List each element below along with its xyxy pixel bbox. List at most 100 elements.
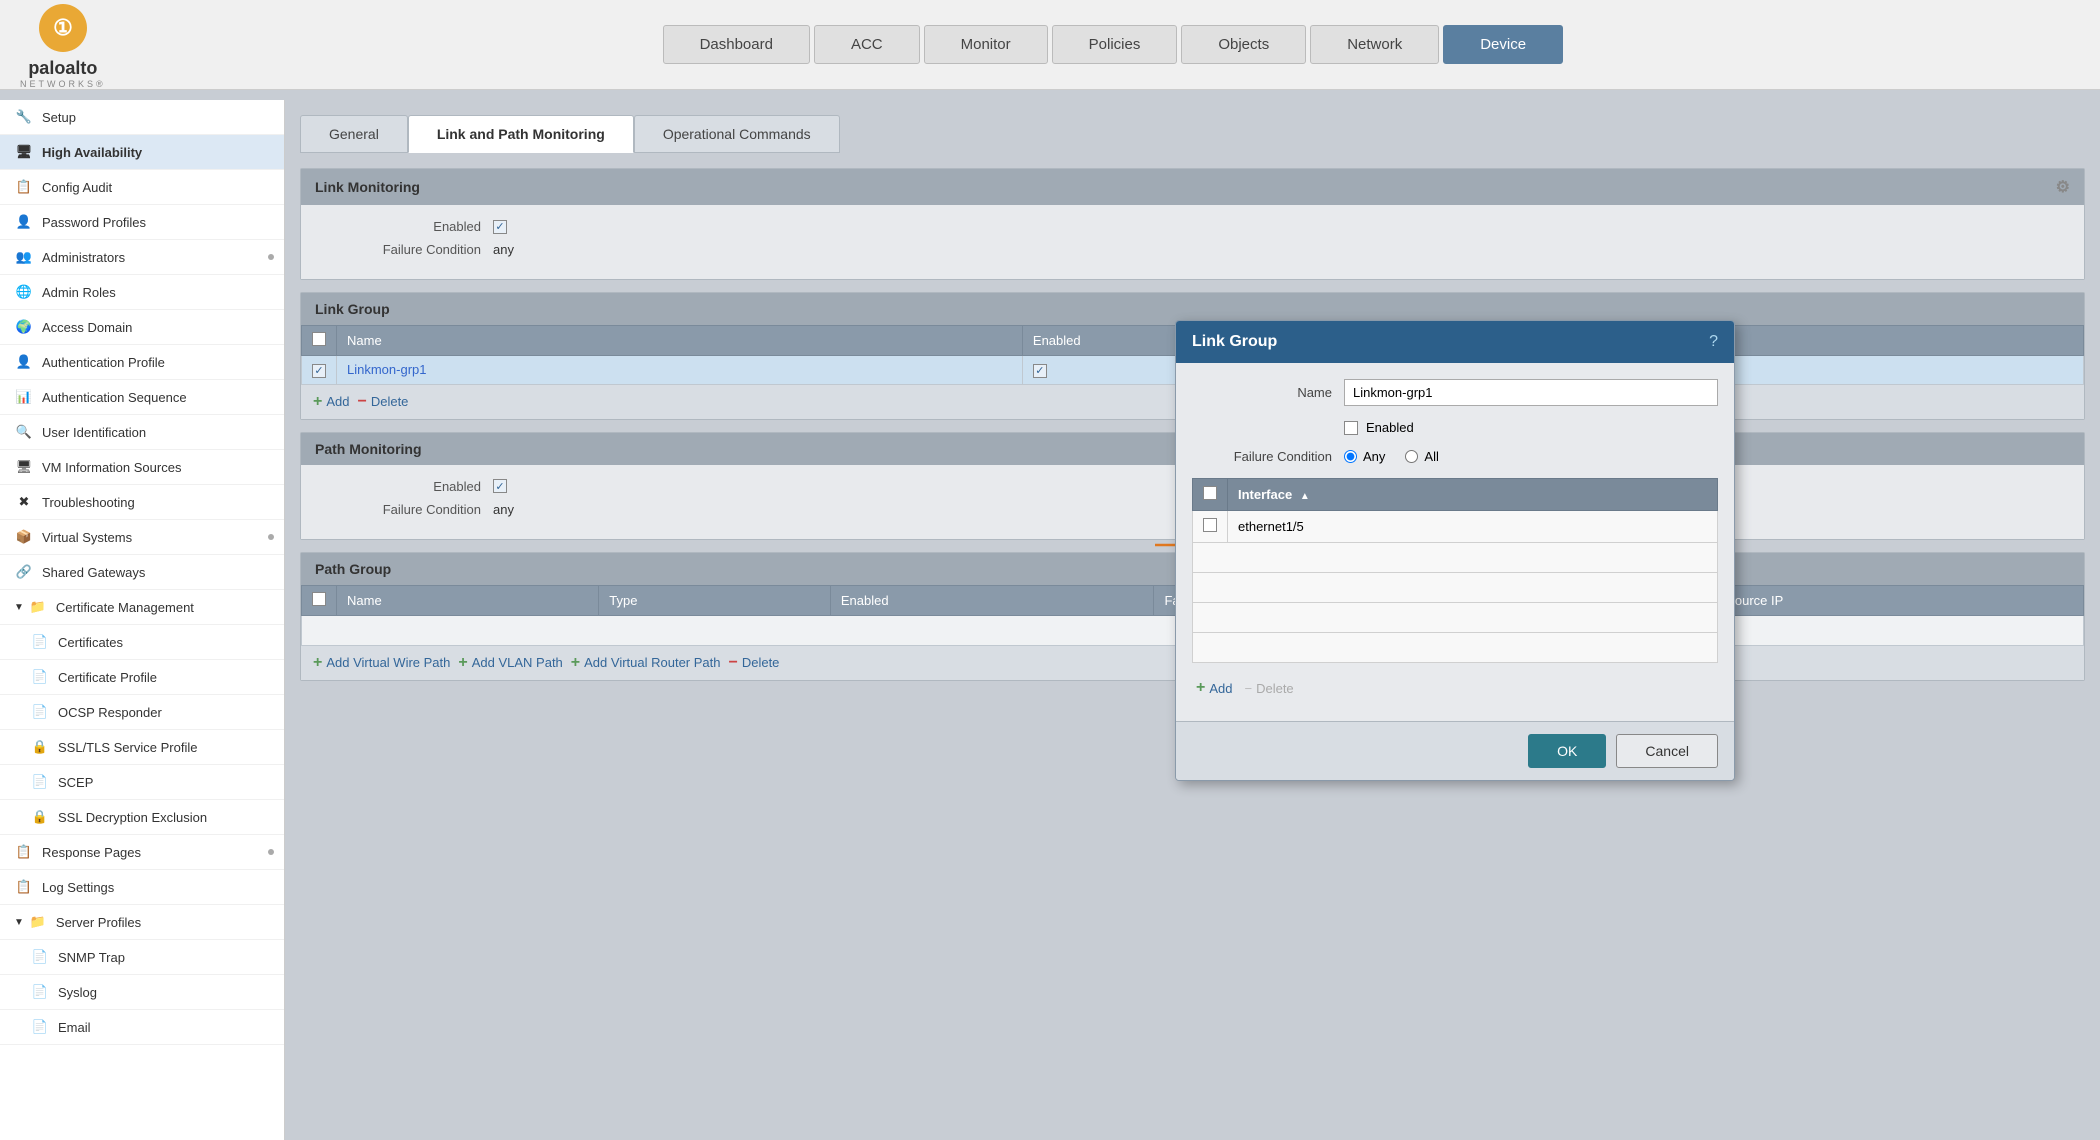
dialog-ok-button[interactable]: OK (1528, 734, 1606, 768)
table-row (1193, 573, 1718, 603)
nav-tab-policies[interactable]: Policies (1052, 25, 1178, 64)
link-monitoring-enabled-checkbox[interactable] (493, 220, 507, 234)
sidebar-item-cert-profile[interactable]: 📄 Certificate Profile (0, 660, 284, 695)
audit-icon: 📋 (14, 177, 34, 197)
table-row (1193, 543, 1718, 573)
sidebar-item-vm-info[interactable]: 🖥 VM Information Sources (0, 450, 284, 485)
sidebar-item-administrators[interactable]: 👥 Administrators (0, 240, 284, 275)
tab-general[interactable]: General (300, 115, 408, 153)
dialog-interface-add-btn[interactable]: + Add (1196, 679, 1232, 697)
nav-tab-monitor[interactable]: Monitor (924, 25, 1048, 64)
link-monitoring-gear[interactable]: ⚙ (2056, 177, 2070, 197)
path-monitoring-enabled-checkbox[interactable] (493, 479, 507, 493)
add-virtual-router-btn[interactable]: + Add Virtual Router Path (571, 654, 721, 672)
domain-icon: 🌍 (14, 317, 34, 337)
dialog-body: Name Enabled Failure Condition (1176, 363, 1734, 721)
link-group-col-name: Name (337, 326, 1023, 356)
sidebar-item-user-id[interactable]: 🔍 User Identification (0, 415, 284, 450)
logo-sub: NETWORKS® (20, 79, 106, 89)
dialog-failure-row: Failure Condition Any All (1192, 449, 1718, 464)
sidebar-item-troubleshooting[interactable]: ✖ Troubleshooting (0, 485, 284, 520)
link-monitoring-title: Link Monitoring (315, 179, 420, 195)
empty-cell-2 (1193, 573, 1718, 603)
setup-icon: 🔧 (14, 107, 34, 127)
sidebar-item-ssl-exclusion[interactable]: 🔒 SSL Decryption Exclusion (0, 800, 284, 835)
plus-icon: + (313, 393, 322, 411)
syslog-icon: 📄 (30, 982, 50, 1002)
sidebar-item-auth-sequence[interactable]: 📊 Authentication Sequence (0, 380, 284, 415)
path-group-delete-btn[interactable]: − Delete (728, 654, 779, 672)
link-group-dialog: Link Group ? Name Enabled (1175, 320, 1735, 781)
sidebar-item-admin-roles[interactable]: 🌐 Admin Roles (0, 275, 284, 310)
sidebar-item-email[interactable]: 📄 Email (0, 1010, 284, 1045)
failure-any-radio[interactable] (1344, 450, 1357, 463)
empty-cell-4 (1193, 633, 1718, 663)
sidebar-item-password-profiles[interactable]: 👤 Password Profiles (0, 205, 284, 240)
sidebar-item-setup[interactable]: 🔧 Setup (0, 100, 284, 135)
path-group-select-all[interactable] (312, 592, 326, 606)
sidebar-item-scep[interactable]: 📄 SCEP (0, 765, 284, 800)
empty-cell-3 (1193, 603, 1718, 633)
dialog-failure-all[interactable]: All (1405, 449, 1438, 464)
link-group-row-checkbox[interactable] (312, 364, 326, 378)
link-group-row-check[interactable] (302, 356, 337, 385)
sidebar-item-config-audit[interactable]: 📋 Config Audit (0, 170, 284, 205)
path-group-col-type: Type (599, 585, 831, 615)
sidebar-item-ocsp[interactable]: 📄 OCSP Responder (0, 695, 284, 730)
link-group-delete-btn[interactable]: − Delete (357, 393, 408, 411)
dialog-cancel-button[interactable]: Cancel (1616, 734, 1718, 768)
link-group-add-btn[interactable]: + Add (313, 393, 349, 411)
snmp-icon: 📄 (30, 947, 50, 967)
nav-tab-network[interactable]: Network (1310, 25, 1439, 64)
sidebar-item-snmp[interactable]: 📄 SNMP Trap (0, 940, 284, 975)
link-group-row-name-link[interactable]: Linkmon-grp1 (347, 362, 427, 377)
dialog-help-icon[interactable]: ? (1709, 333, 1718, 351)
logo-brand: paloalto (28, 58, 97, 79)
nav-tab-acc[interactable]: ACC (814, 25, 920, 64)
failure-all-radio[interactable] (1405, 450, 1418, 463)
add-virtual-wire-btn[interactable]: + Add Virtual Wire Path (313, 654, 450, 672)
auth-icon: 👤 (14, 352, 34, 372)
vsys-dot (268, 534, 274, 540)
sidebar-item-auth-profile[interactable]: 👤 Authentication Profile (0, 345, 284, 380)
link-group-select-all[interactable] (312, 332, 326, 346)
sidebar-item-log-settings[interactable]: 📋 Log Settings (0, 870, 284, 905)
link-monitoring-header: Link Monitoring ⚙ (301, 169, 2084, 205)
sidebar-item-access-domain[interactable]: 🌍 Access Domain (0, 310, 284, 345)
link-monitoring-enabled-row: Enabled (321, 219, 2064, 234)
tab-link-path-monitoring[interactable]: Link and Path Monitoring (408, 115, 634, 153)
dialog-enabled-row: Enabled (1344, 420, 1718, 435)
sidebar-item-syslog[interactable]: 📄 Syslog (0, 975, 284, 1010)
nav-tab-objects[interactable]: Objects (1181, 25, 1306, 64)
sidebar-item-shared-gateways[interactable]: 🔗 Shared Gateways (0, 555, 284, 590)
admin-icon: 👥 (14, 247, 34, 267)
dialog-name-input[interactable] (1344, 379, 1718, 406)
dialog-failure-any[interactable]: Any (1344, 449, 1385, 464)
sidebar-item-certificates[interactable]: 📄 Certificates (0, 625, 284, 660)
dialog-interface-delete-btn[interactable]: − Delete (1244, 679, 1293, 697)
link-group-row-name[interactable]: Linkmon-grp1 (337, 356, 1023, 385)
ssl-icon: 🔒 (30, 737, 50, 757)
sidebar-item-ha[interactable]: 🖥 High Availability (0, 135, 284, 170)
interface-select-all[interactable] (1203, 486, 1217, 500)
vr-plus-icon: + (571, 654, 580, 672)
sidebar-item-ssl-tls[interactable]: 🔒 SSL/TLS Service Profile (0, 730, 284, 765)
interface-row-checkbox[interactable] (1203, 518, 1217, 532)
sidebar-item-virtual-systems[interactable]: 📦 Virtual Systems (0, 520, 284, 555)
vm-icon: 🖥 (14, 457, 34, 477)
sidebar-item-cert-mgmt[interactable]: ▼ 📁 Certificate Management (0, 590, 284, 625)
interface-row-check[interactable] (1193, 511, 1228, 543)
sidebar-item-server-profiles[interactable]: ▼ 📁 Server Profiles (0, 905, 284, 940)
nav-tab-device[interactable]: Device (1443, 25, 1563, 64)
nav-tab-dashboard[interactable]: Dashboard (663, 25, 810, 64)
logo-icon: ① (33, 1, 93, 56)
add-vlan-btn[interactable]: + Add VLAN Path (458, 654, 562, 672)
tab-operational-commands[interactable]: Operational Commands (634, 115, 840, 153)
dialog-enabled-checkbox[interactable] (1344, 421, 1358, 435)
link-group-row-enabled-checkbox[interactable] (1033, 364, 1047, 378)
link-group-col-check (302, 326, 337, 356)
response-dot (268, 849, 274, 855)
sidebar-item-response-pages[interactable]: 📋 Response Pages (0, 835, 284, 870)
table-row[interactable]: ethernet1/5 (1193, 511, 1718, 543)
response-icon: 📋 (14, 842, 34, 862)
